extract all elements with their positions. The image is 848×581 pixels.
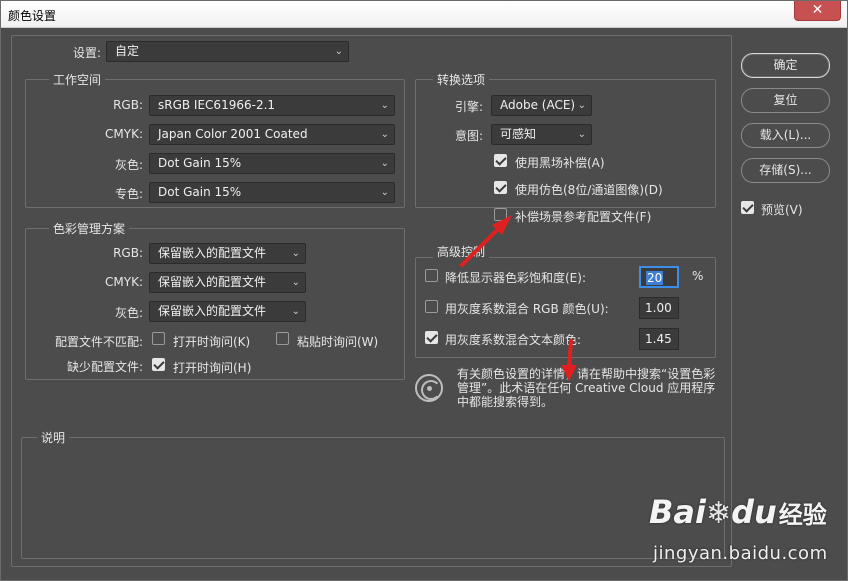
engine-label: 引擎: — [454, 100, 483, 114]
settings-select[interactable]: 自定 ⌄ — [106, 41, 349, 62]
close-button[interactable]: ✕ — [794, 1, 841, 21]
desaturate-input[interactable]: 20 — [639, 266, 679, 288]
title-bar: 颜色设置 ✕ — [1, 1, 847, 28]
policy-gray-value: 保留嵌入的配置文件 — [158, 304, 267, 318]
watermark-logo-a: Bai — [649, 493, 706, 531]
save-button[interactable]: 存储(S)... — [741, 158, 830, 183]
policy-cmyk-value: 保留嵌入的配置文件 — [158, 275, 267, 289]
missing-label: 缺少配置文件: — [66, 360, 143, 374]
description-group — [21, 437, 725, 559]
annotation-arrow-1 — [460, 215, 512, 267]
intent-label: 意图: — [454, 129, 483, 143]
chevron-down-icon: ⌄ — [380, 129, 389, 140]
blend-rgb-label: 用灰度系数混合 RGB 颜色(U): — [445, 302, 609, 316]
settings-value: 自定 — [115, 44, 140, 58]
chevron-down-icon: ⌄ — [380, 158, 389, 169]
workspace-rgb-label: RGB: — [113, 98, 143, 112]
workspace-title: 工作空间 — [49, 71, 106, 88]
blend-text-value: 1.45 — [645, 332, 672, 346]
workspace-spot-value: Dot Gain 15% — [158, 185, 242, 199]
ask-open-missing-label: 打开时询问(H) — [173, 361, 252, 375]
ask-paste-checkbox[interactable] — [276, 332, 289, 345]
watermark-cn: 经验 — [778, 501, 827, 529]
workspace-cmyk-select[interactable]: Japan Color 2001 Coated ⌄ — [149, 124, 395, 145]
chevron-down-icon: ⌄ — [334, 46, 343, 57]
chevron-down-icon: ⌄ — [380, 100, 389, 111]
preview-checkbox[interactable] — [741, 201, 754, 214]
policy-cmyk-label: CMYK: — [105, 275, 143, 289]
desaturate-unit: % — [692, 269, 704, 283]
desaturate-checkbox[interactable] — [425, 269, 438, 282]
info-text: 有关颜色设置的详情，请在帮助中搜索“设置色彩管理”。此术语在任何 Creativ… — [457, 367, 716, 409]
workspace-spot-label: 专色: — [114, 187, 143, 201]
policy-title: 色彩管理方案 — [49, 220, 130, 237]
color-wheel-icon — [415, 374, 443, 402]
workspace-spot-select[interactable]: Dot Gain 15% ⌄ — [149, 182, 395, 203]
watermark-url: jingyan.baidu.com — [653, 543, 828, 564]
window-title: 颜色设置 — [8, 9, 57, 23]
blend-text-input[interactable]: 1.45 — [639, 328, 679, 350]
watermark-logo-b: du — [731, 493, 777, 531]
desaturate-value: 20 — [646, 271, 664, 285]
color-settings-dialog: 颜色设置 ✕ 设置: 自定 ⌄ 工作空间 RGB: sRGB IEC61966-2… — [0, 0, 848, 581]
dither-label: 使用仿色(8位/通道图像)(D) — [515, 183, 663, 197]
policy-rgb-value: 保留嵌入的配置文件 — [158, 246, 267, 260]
blend-rgb-value: 1.00 — [645, 301, 672, 315]
policy-cmyk-select[interactable]: 保留嵌入的配置文件 ⌄ — [149, 272, 306, 293]
load-button[interactable]: 载入(L)... — [741, 123, 830, 148]
chevron-down-icon: ⌄ — [577, 129, 586, 140]
settings-label: 设置: — [72, 46, 101, 60]
ask-open-mismatch-checkbox[interactable] — [152, 332, 165, 345]
chevron-down-icon: ⌄ — [291, 306, 300, 317]
workspace-gray-select[interactable]: Dot Gain 15% ⌄ — [149, 153, 395, 174]
black-point-checkbox[interactable] — [494, 154, 507, 167]
blend-text-checkbox[interactable] — [425, 331, 438, 344]
intent-value: 可感知 — [500, 127, 537, 141]
workspace-cmyk-label: CMYK: — [105, 127, 143, 141]
engine-select[interactable]: Adobe (ACE) ⌄ — [491, 95, 592, 116]
chevron-down-icon: ⌄ — [577, 100, 586, 111]
black-point-label: 使用黑场补偿(A) — [515, 156, 605, 170]
blend-rgb-checkbox[interactable] — [425, 300, 438, 313]
policy-rgb-select[interactable]: 保留嵌入的配置文件 ⌄ — [149, 243, 306, 264]
ask-paste-label: 粘贴时询问(W) — [297, 335, 379, 349]
chevron-down-icon: ⌄ — [291, 248, 300, 259]
intent-select[interactable]: 可感知 ⌄ — [491, 124, 592, 145]
blend-rgb-input[interactable]: 1.00 — [639, 297, 679, 319]
chevron-down-icon: ⌄ — [291, 277, 300, 288]
engine-value: Adobe (ACE) — [500, 98, 576, 112]
workspace-cmyk-value: Japan Color 2001 Coated — [158, 127, 308, 141]
workspace-rgb-select[interactable]: sRGB IEC61966-2.1 ⌄ — [149, 95, 395, 116]
policy-rgb-label: RGB: — [113, 246, 143, 260]
annotation-arrow-2 — [561, 339, 577, 381]
ask-open-missing-checkbox[interactable] — [152, 358, 165, 371]
mismatch-label: 配置文件不匹配: — [54, 335, 143, 349]
scene-referred-label: 补偿场景参考配置文件(F) — [515, 210, 652, 224]
paw-icon: ❄ — [705, 496, 732, 531]
conversion-title: 转换选项 — [433, 71, 490, 88]
desaturate-label: 降低显示器色彩饱和度(E): — [445, 271, 586, 285]
preview-label: 预览(V) — [761, 203, 803, 217]
chevron-down-icon: ⌄ — [380, 187, 389, 198]
ok-button[interactable]: 确定 — [741, 53, 830, 78]
dither-checkbox[interactable] — [494, 181, 507, 194]
reset-button[interactable]: 复位 — [741, 88, 830, 113]
workspace-rgb-value: sRGB IEC61966-2.1 — [158, 98, 276, 112]
close-icon: ✕ — [811, 2, 824, 18]
policy-gray-select[interactable]: 保留嵌入的配置文件 ⌄ — [149, 301, 306, 322]
description-title: 说明 — [37, 429, 70, 446]
baidu-jingyan-watermark: Bai❄du经验 — [649, 493, 827, 531]
workspace-gray-value: Dot Gain 15% — [158, 156, 242, 170]
policy-gray-label: 灰色: — [114, 306, 143, 320]
workspace-gray-label: 灰色: — [114, 158, 143, 172]
ask-open-mismatch-label: 打开时询问(K) — [173, 335, 251, 349]
